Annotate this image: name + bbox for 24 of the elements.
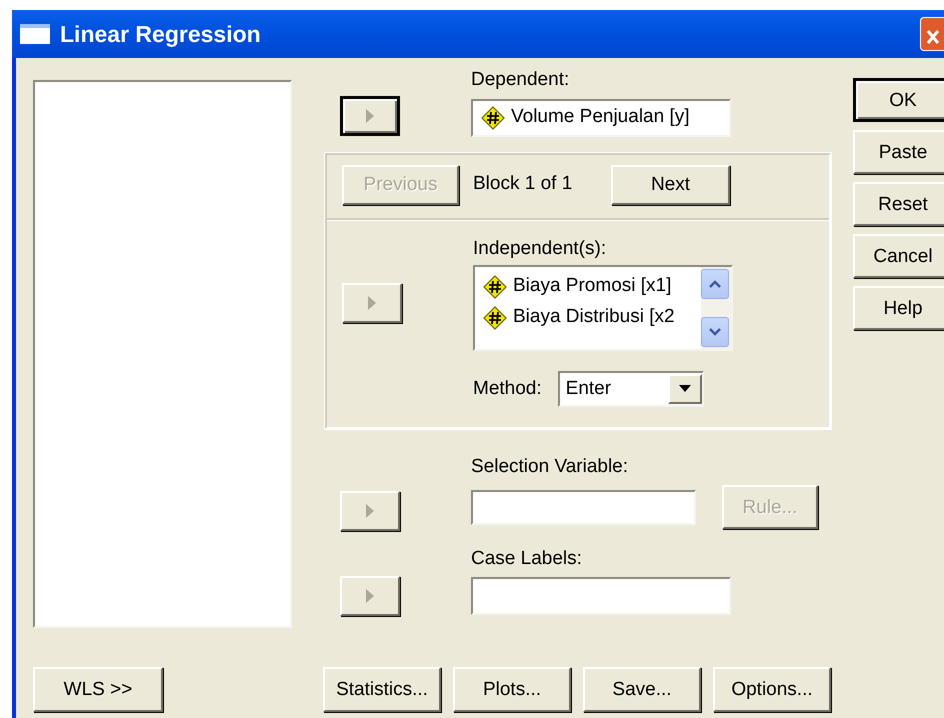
dialog-button[interactable]: Plots... <box>453 667 571 712</box>
wls-button[interactable]: WLS >> <box>33 667 163 712</box>
window-title: Linear Regression <box>60 20 261 49</box>
dialog-button[interactable]: Statistics... <box>323 667 441 712</box>
dialog-button[interactable]: Help <box>853 286 944 330</box>
dialog-button[interactable]: OK <box>853 78 944 122</box>
dialog-button[interactable]: Options... <box>713 667 831 712</box>
field-label: Selection Variable: <box>471 454 630 478</box>
block-status: Block 1 of 1 <box>473 172 574 196</box>
dialog-button[interactable]: Cancel <box>853 234 944 278</box>
method-dropdown[interactable]: Enter <box>558 371 704 407</box>
field-label: Independent(s): <box>473 236 608 260</box>
field-label: Dependent: <box>471 68 570 92</box>
dialog-button[interactable]: Save... <box>583 667 701 712</box>
independents-list[interactable]: Biaya Promosi [x1] Biaya Distribusi [x2 <box>473 265 733 351</box>
next-button[interactable]: Next <box>611 164 730 204</box>
variable-name[interactable]: Biaya Promosi [x1] <box>513 272 672 301</box>
dialog-button[interactable]: Paste <box>853 130 944 174</box>
field-label: Case Labels: <box>471 547 583 571</box>
dialog-button[interactable]: Reset <box>853 182 944 226</box>
field-label: Method: <box>473 376 542 401</box>
dependent-field[interactable]: Volume Penjualan [y] <box>471 98 731 136</box>
variable-name: Volume Penjualan [y] <box>511 105 690 130</box>
variable-name[interactable]: Biaya Distribusi [x2 <box>513 303 675 332</box>
